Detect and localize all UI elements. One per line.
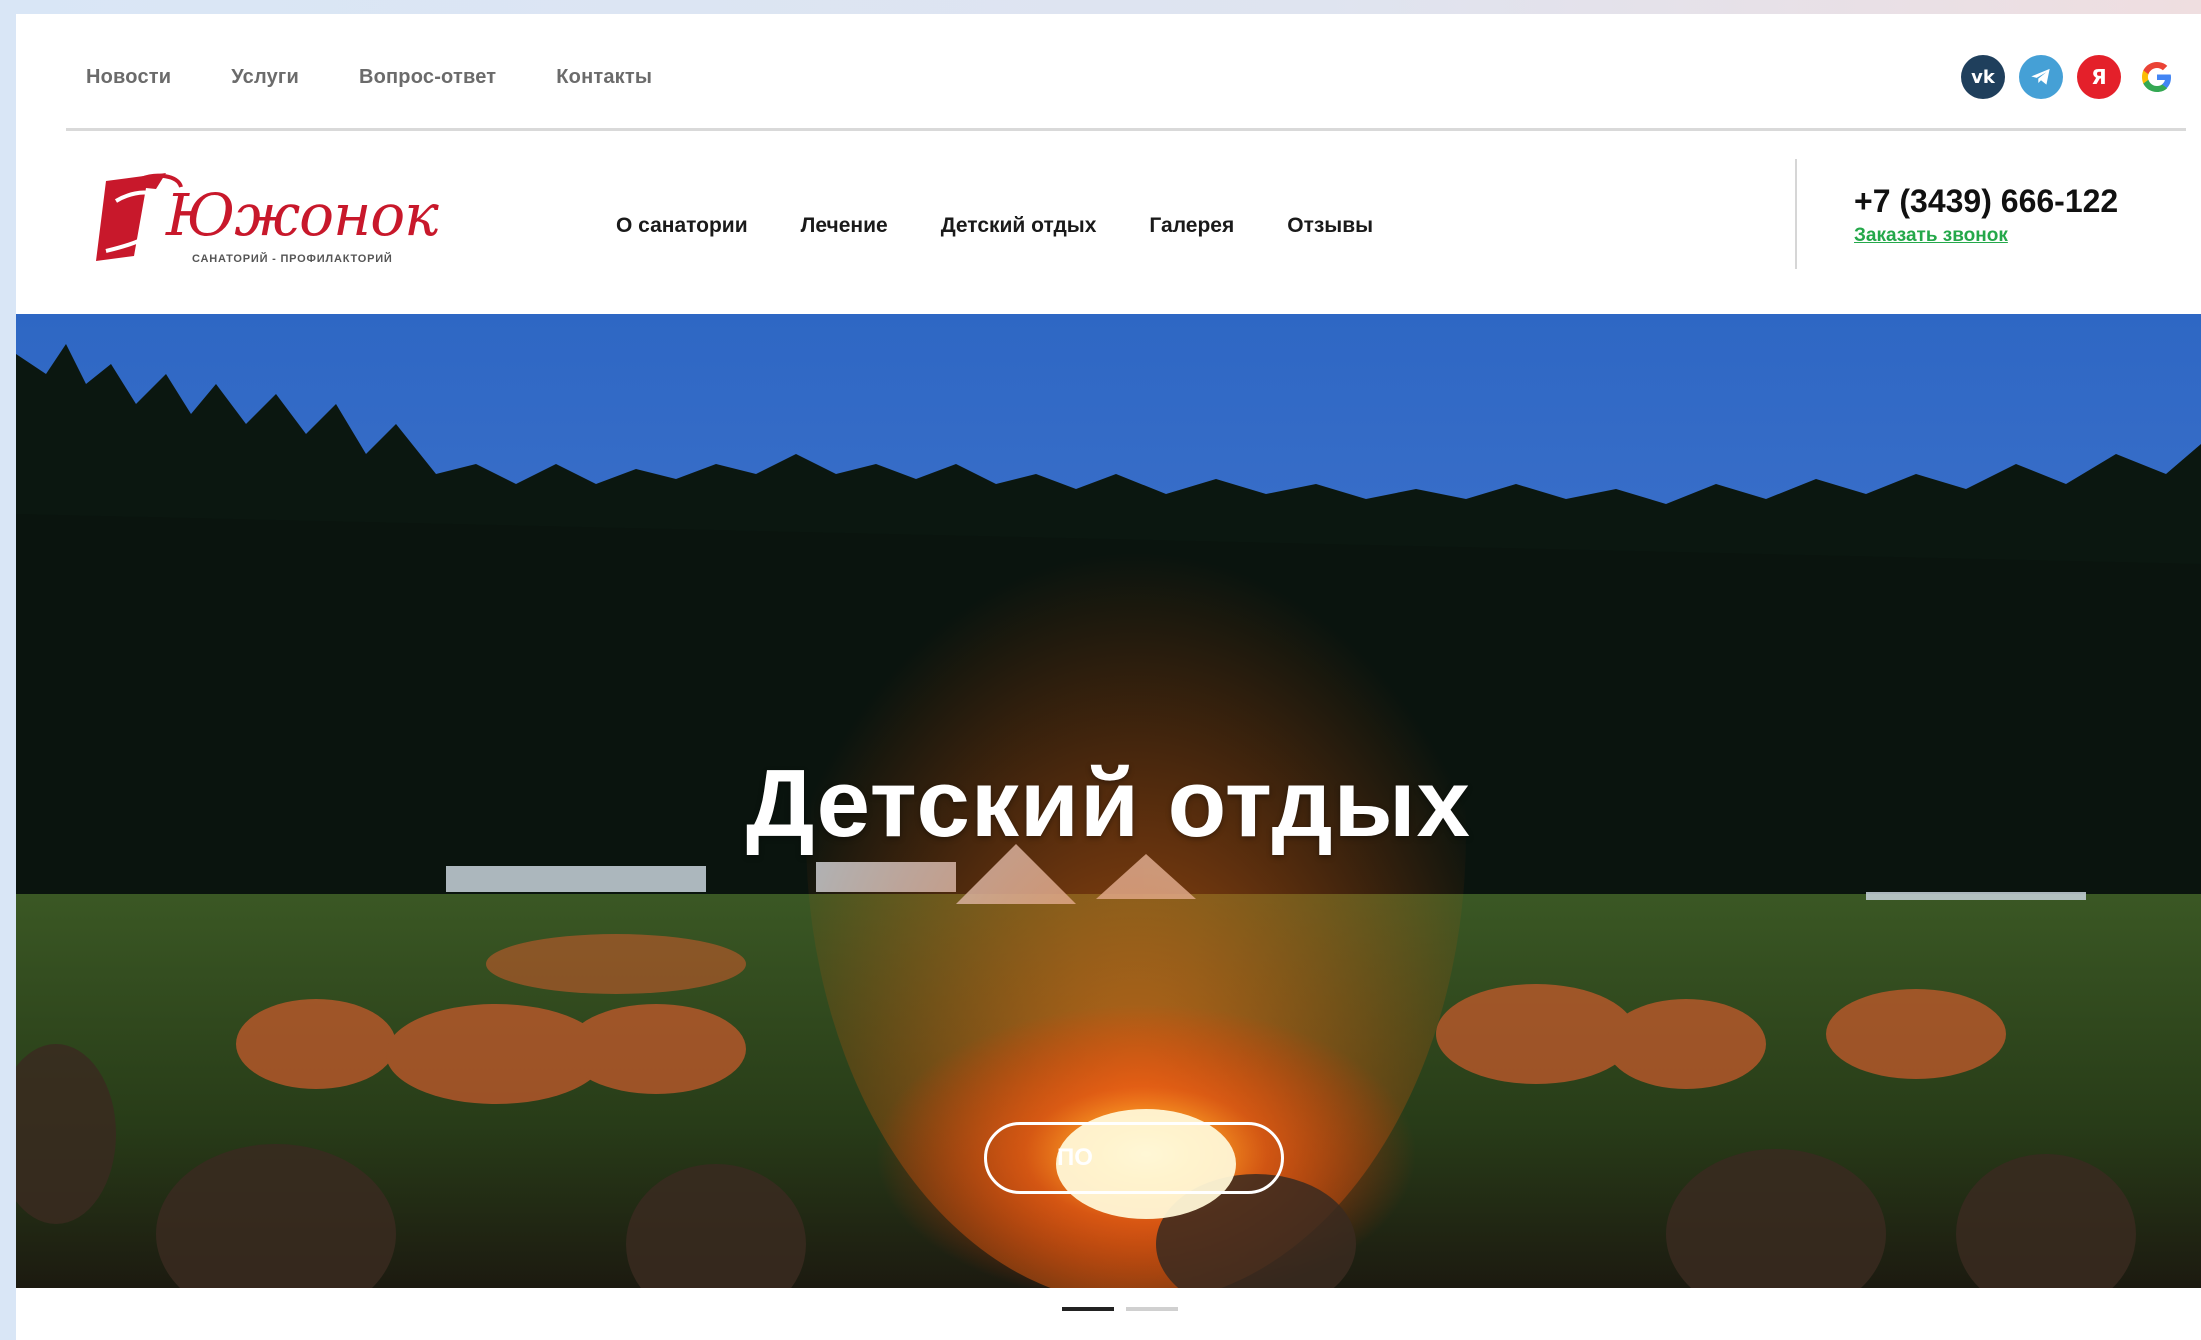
google-icon[interactable]: [2135, 55, 2179, 99]
logo-subtitle: САНАТОРИЙ - ПРОФИЛАКТОРИЙ: [192, 253, 393, 265]
header-divider: [1795, 159, 1797, 269]
top-bar: Новости Услуги Вопрос-ответ Контакты vk …: [16, 14, 2201, 131]
logo-wordmark: Южонок: [166, 181, 439, 249]
slider-pagination: [1062, 1307, 1178, 1311]
hero-more-button[interactable]: По: [984, 1122, 1284, 1194]
telegram-icon[interactable]: [2019, 55, 2063, 99]
vk-icon[interactable]: vk: [1961, 55, 2005, 99]
phone-number[interactable]: +7 (3439) 666-122: [1854, 183, 2118, 220]
telegram-plane-glyph: [2031, 68, 2050, 85]
top-nav-contacts[interactable]: Контакты: [556, 66, 652, 89]
nav-kids-rest[interactable]: Детский отдых: [941, 214, 1097, 238]
top-nav-services[interactable]: Услуги: [231, 66, 299, 89]
top-nav-faq[interactable]: Вопрос-ответ: [359, 66, 496, 89]
site-header: Южонок САНАТОРИЙ - ПРОФИЛАКТОРИЙ О санат…: [16, 131, 2201, 313]
social-links: vk Я: [1961, 55, 2179, 99]
slider-dot-2[interactable]: [1126, 1307, 1178, 1311]
google-g-glyph: [2142, 62, 2171, 92]
nav-treatment[interactable]: Лечение: [801, 214, 888, 238]
nav-gallery[interactable]: Галерея: [1149, 214, 1234, 238]
slider-dot-1[interactable]: [1062, 1307, 1114, 1311]
nav-about[interactable]: О санатории: [616, 214, 748, 238]
top-nav: Новости Услуги Вопрос-ответ Контакты: [86, 66, 712, 89]
nav-reviews[interactable]: Отзывы: [1287, 214, 1373, 238]
callback-link[interactable]: Заказать звонок: [1854, 225, 2008, 247]
hero-button-label: По: [1057, 1144, 1093, 1171]
web-page: Новости Услуги Вопрос-ответ Контакты vk …: [16, 14, 2201, 1340]
hero-title: Детский отдых: [746, 750, 1471, 857]
hero-slider: Детский отдых По: [16, 314, 2201, 1288]
main-nav: О санатории Лечение Детский отдых Галере…: [616, 214, 1426, 238]
yandex-icon[interactable]: Я: [2077, 55, 2121, 99]
screen-background: Новости Услуги Вопрос-ответ Контакты vk …: [0, 0, 2201, 1340]
site-logo[interactable]: Южонок САНАТОРИЙ - ПРОФИЛАКТОРИЙ: [86, 161, 439, 281]
top-nav-news[interactable]: Новости: [86, 66, 171, 89]
